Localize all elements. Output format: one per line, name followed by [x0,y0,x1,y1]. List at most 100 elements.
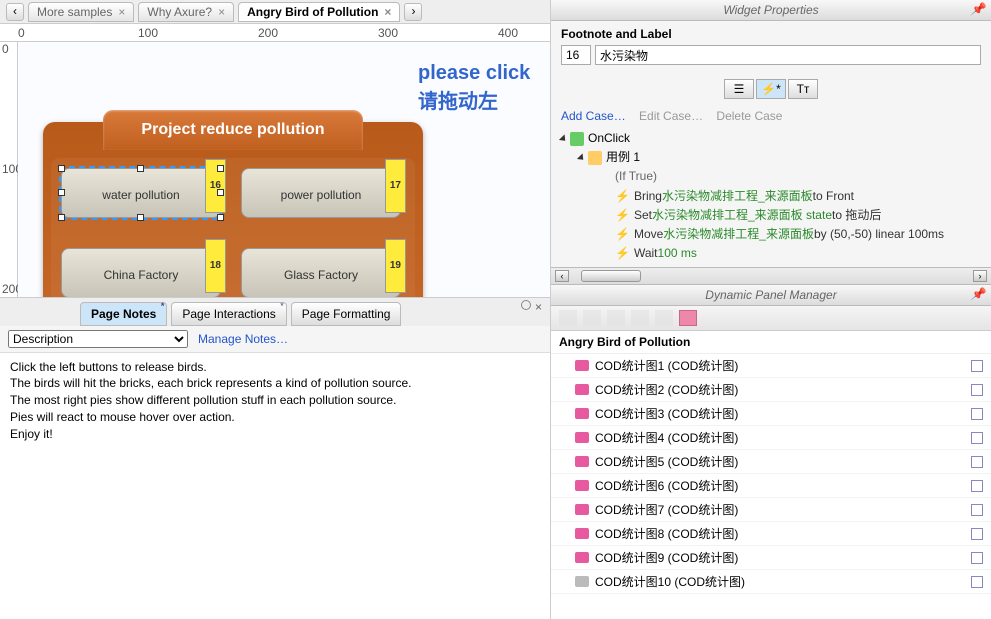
resize-handle[interactable] [58,189,65,196]
visibility-toggle[interactable] [971,384,983,396]
dpm-item[interactable]: COD统计图5 (COD统计图) [551,450,991,474]
resize-handle[interactable] [137,165,144,172]
delete-case-link[interactable]: Delete Case [716,109,782,123]
dpm-list[interactable]: Angry Bird of Pollution COD统计图1 (COD统计图)… [551,331,991,619]
close-icon[interactable]: × [535,300,542,314]
button-power-pollution[interactable]: power pollution 17 [241,168,401,218]
dpm-item[interactable]: COD统计图4 (COD统计图) [551,426,991,450]
resize-handle[interactable] [137,214,144,221]
visibility-toggle[interactable] [971,552,983,564]
project-panel-widget[interactable]: Project reduce pollution water pollution… [43,122,423,297]
description-select[interactable]: Description [8,330,188,348]
button-china-factory[interactable]: China Factory 18 [61,248,221,297]
folder-icon [575,432,589,443]
interactions-tree[interactable]: OnClick 用例 1 (If True) ⚡Bring 水污染物减排工程_来… [551,125,991,267]
button-glass-factory[interactable]: Glass Factory 19 [241,248,401,297]
folder-icon [575,480,589,491]
visibility-toggle[interactable] [971,576,983,588]
folder-icon [575,552,589,563]
wp-tab-notes[interactable]: ☰ [724,79,754,99]
expand-icon[interactable] [577,153,586,162]
resize-handle[interactable] [58,165,65,172]
tab-label: More samples [37,5,112,19]
case-row[interactable]: 用例 1 [561,148,981,167]
dpm-item[interactable]: COD统计图10 (COD统计图) [551,570,991,594]
dpm-tool-4[interactable] [631,310,649,326]
dpm-tool-3[interactable] [607,310,625,326]
wp-tab-format[interactable]: Tᴛ [788,79,818,99]
dpm-tool-2[interactable] [583,310,601,326]
dpm-item[interactable]: COD统计图6 (COD统计图) [551,474,991,498]
action-row[interactable]: ⚡Bring 水污染物减排工程_来源面板 to Front [561,187,981,206]
dpm-toolbar [551,306,991,331]
button-water-pollution[interactable]: water pollution 16 [61,168,221,218]
resize-handle[interactable] [217,165,224,172]
visibility-toggle[interactable] [971,408,983,420]
visibility-toggle[interactable] [971,528,983,540]
tab-prev-button[interactable]: ‹ [6,3,24,21]
panel-header: Project reduce pollution [103,110,363,150]
scroll-thumb[interactable] [581,270,641,282]
wp-subtabs: ☰ ⚡* Tᴛ [551,79,991,99]
scroll-left-icon[interactable]: ‹ [555,270,569,282]
dpm-tool-active[interactable] [679,310,697,326]
resize-handle[interactable] [58,214,65,221]
manage-notes-link[interactable]: Manage Notes… [198,332,288,346]
dpm-item[interactable]: COD统计图9 (COD统计图) [551,546,991,570]
dpm-title: Dynamic Panel Manager 📌 [551,285,991,306]
wp-tab-interactions[interactable]: ⚡* [756,79,786,99]
add-case-link[interactable]: Add Case… [561,109,626,123]
bolt-icon: ⚡ [615,225,630,244]
tab-page-formatting[interactable]: Page Formatting [291,302,402,326]
dpm-item[interactable]: COD统计图1 (COD统计图) [551,354,991,378]
visibility-toggle[interactable] [971,504,983,516]
event-icon [570,132,584,146]
pin-icon[interactable] [521,300,531,310]
close-icon[interactable]: × [384,5,391,19]
visibility-toggle[interactable] [971,360,983,372]
close-icon[interactable]: × [218,5,225,19]
vertical-ruler: 0 100 200 300 [0,42,18,297]
visibility-toggle[interactable] [971,456,983,468]
footnote-badge: 17 [385,159,406,213]
notes-textarea[interactable]: Click the left buttons to release birds.… [0,353,550,619]
edit-case-link[interactable]: Edit Case… [639,109,703,123]
footnote-label-input[interactable] [595,45,981,65]
tab-next-button[interactable]: › [404,3,422,21]
action-row[interactable]: ⚡Set 水污染物减排工程_来源面板 state to 拖动后 [561,206,981,225]
tab-more-samples[interactable]: More samples × [28,2,134,22]
event-row[interactable]: OnClick [561,129,981,148]
dpm-item-label: COD统计图3 (COD统计图) [595,405,738,422]
horizontal-scrollbar[interactable]: ‹ › [551,267,991,285]
pin-icon[interactable]: 📌 [970,2,985,16]
dpm-item[interactable]: COD统计图8 (COD统计图) [551,522,991,546]
action-row[interactable]: ⚡Wait 100 ms [561,244,981,263]
footnote-section: Footnote and Label [551,21,991,71]
dpm-item[interactable]: COD统计图7 (COD统计图) [551,498,991,522]
visibility-toggle[interactable] [971,432,983,444]
resize-handle[interactable] [217,214,224,221]
dpm-item[interactable]: COD统计图3 (COD统计图) [551,402,991,426]
pin-icon[interactable]: 📌 [970,287,985,301]
visibility-toggle[interactable] [971,480,983,492]
horizontal-ruler: 0 100 200 300 400 [0,24,550,42]
design-canvas[interactable]: please click 请拖动左 Project reduce polluti… [18,42,550,297]
scroll-right-icon[interactable]: › [973,270,987,282]
case-icon [588,151,602,165]
tab-page-interactions[interactable]: Page Interactions* [171,302,286,326]
action-row[interactable]: ⚡Move 水污染物减排工程_来源面板 by (50,-50) linear 1… [561,225,981,244]
dpm-root[interactable]: Angry Bird of Pollution [551,331,991,354]
dpm-tool-5[interactable] [655,310,673,326]
dpm-item[interactable]: COD统计图2 (COD统计图) [551,378,991,402]
expand-icon[interactable] [559,134,568,143]
widget-properties-title: Widget Properties 📌 [551,0,991,21]
resize-handle[interactable] [217,189,224,196]
tab-page-notes[interactable]: Page Notes* [80,302,167,326]
dpm-tool-1[interactable] [559,310,577,326]
tab-why-axure[interactable]: Why Axure? × [138,2,234,22]
close-icon[interactable]: × [118,5,125,19]
dpm-item-label: COD统计图2 (COD统计图) [595,381,738,398]
dpm-item-label: COD统计图6 (COD统计图) [595,477,738,494]
tab-angry-bird[interactable]: Angry Bird of Pollution × [238,2,400,22]
footnote-number-input[interactable] [561,45,591,65]
